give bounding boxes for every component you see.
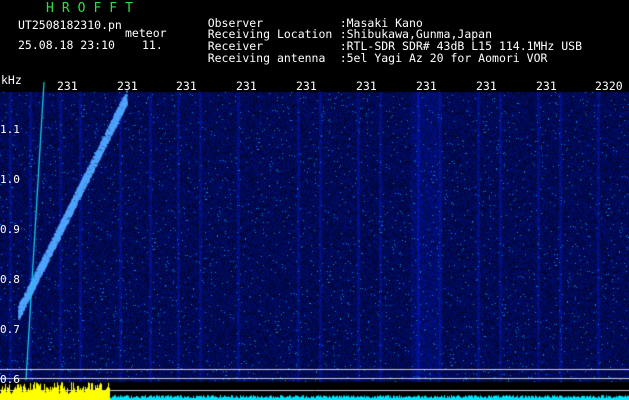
app-title: HROFFT: [46, 1, 141, 16]
x-tick-label: 2320: [595, 79, 623, 93]
y-tick-label: 0.9: [0, 223, 20, 236]
x-tick-label: 231: [117, 79, 138, 93]
hrofft-window: HROFFT UT2508182310.pn meteor 25.08.18 2…: [0, 0, 629, 400]
x-tick-label: 231: [57, 79, 78, 93]
file-name: UT2508182310.pn: [18, 18, 122, 32]
x-tick-label: 231: [176, 79, 197, 93]
info-label: Receiving antenna: [207, 50, 326, 65]
capture-seconds: 11.: [142, 38, 163, 52]
y-tick-label: 1.0: [0, 173, 20, 186]
x-tick-label: 231: [476, 79, 497, 93]
info-row-antenna: Receiving antenna :5el Yagi Az 20 for Aom…: [180, 41, 548, 76]
y-tick-label: 0.7: [0, 323, 20, 336]
y-axis-unit: kHz: [1, 73, 22, 87]
info-value: :5el Yagi Az 20 for Aomori VOR: [339, 50, 548, 65]
y-tick-label: 1.1: [0, 123, 20, 136]
x-tick-label: 231: [236, 79, 257, 93]
x-tick-label: 231: [536, 79, 557, 93]
x-tick-label: 231: [356, 79, 377, 93]
x-tick-label: 231: [416, 79, 437, 93]
capture-datetime: 25.08.18 23:10: [18, 38, 115, 52]
x-tick-label: 231: [296, 79, 317, 93]
y-tick-label: 0.6: [0, 373, 20, 386]
y-tick-label: 0.8: [0, 273, 20, 286]
